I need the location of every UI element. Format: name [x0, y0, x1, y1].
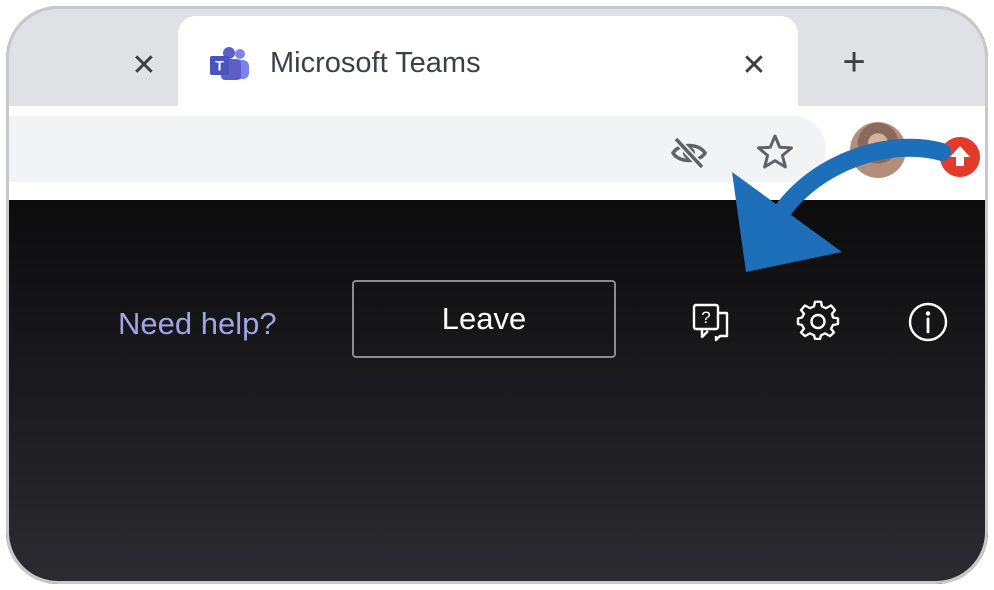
tab-strip: ✕ T Microsoft Teams ✕ +: [6, 6, 988, 110]
info-icon[interactable]: [906, 300, 950, 344]
screenshot-frame: ✕ T Microsoft Teams ✕ + Need help? Leave…: [6, 6, 988, 584]
tab-microsoft-teams[interactable]: T Microsoft Teams ✕: [178, 16, 798, 110]
tab-title: Microsoft Teams: [270, 47, 481, 79]
settings-icon[interactable]: [796, 300, 840, 344]
tab-close-button[interactable]: ✕: [734, 46, 774, 86]
need-help-link[interactable]: Need help?: [118, 306, 277, 342]
avatar[interactable]: [850, 122, 906, 178]
previous-tab-close-button[interactable]: ✕: [124, 46, 164, 86]
update-badge-icon[interactable]: [940, 137, 980, 177]
help-icon[interactable]: ?: [690, 300, 734, 344]
browser-toolbar: [6, 106, 988, 200]
new-tab-button[interactable]: +: [832, 40, 876, 84]
eye-off-icon[interactable]: [669, 133, 709, 173]
svg-text:T: T: [215, 58, 224, 74]
leave-button[interactable]: Leave: [352, 280, 616, 358]
svg-text:?: ?: [701, 308, 710, 327]
teams-meeting-area: Need help? Leave ?: [6, 200, 988, 584]
teams-icon: T: [210, 47, 249, 80]
star-icon[interactable]: [756, 133, 794, 171]
